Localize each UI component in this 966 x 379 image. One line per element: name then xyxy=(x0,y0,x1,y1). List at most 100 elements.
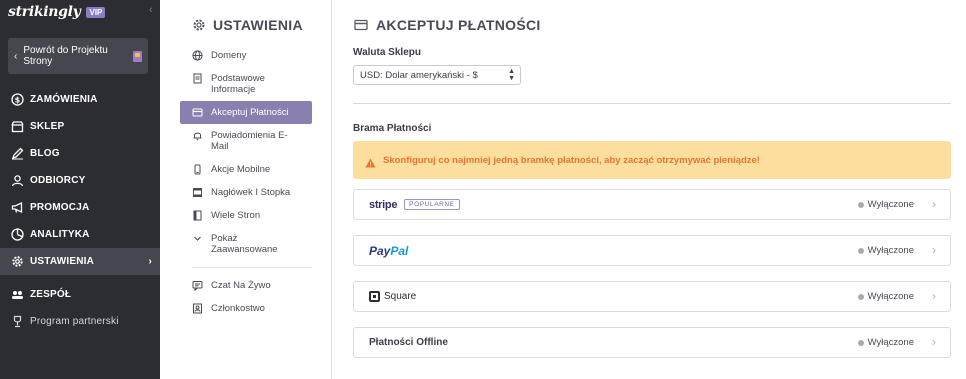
bell-icon xyxy=(192,130,203,141)
menu-item-multiple-pages[interactable]: Wiele Stron xyxy=(180,204,312,227)
layout-icon xyxy=(192,187,203,198)
sidebar-item-team[interactable]: ZESPÓŁ xyxy=(0,281,160,308)
gateway-paypal[interactable]: PayPal Wyłączone › xyxy=(353,235,951,266)
chevron-right-icon: › xyxy=(148,256,152,267)
brand[interactable]: strikingly VIP xyxy=(8,4,106,20)
sidebar-item-label: SKLEP xyxy=(30,121,65,132)
menu-item-label: Pokaż Zaawansowane xyxy=(211,233,278,255)
menu-item-membership[interactable]: Członkostwo xyxy=(180,297,312,320)
sidebar-item-label: ODBIORCY xyxy=(30,175,86,186)
status-dot-icon xyxy=(857,293,864,300)
sidebar-item-label: ZAMÓWIENIA xyxy=(30,94,98,105)
analytics-icon xyxy=(11,228,24,241)
sidebar-item-audience[interactable]: ODBIORCY xyxy=(0,167,160,194)
credit-card-icon xyxy=(192,107,203,118)
back-button-label: Powrót do Projektu Strony xyxy=(23,45,108,67)
megaphone-icon xyxy=(11,201,24,214)
paypal-logo-part2: Pal xyxy=(390,243,409,258)
menu-item-domains[interactable]: Domeny xyxy=(180,44,312,67)
chevron-right-icon: › xyxy=(932,243,936,257)
settings-panel: USTAWIENIA Domeny Podstawowe Informacje … xyxy=(160,0,332,379)
gateway-label: Brama Płatności xyxy=(353,123,432,134)
menu-item-label: Powiadomienia E-Mail xyxy=(211,130,288,152)
credit-card-icon xyxy=(354,18,368,32)
status-dot-icon xyxy=(857,201,864,208)
gateway-stripe[interactable]: stripe POPULARNE Wyłączone › xyxy=(353,189,951,220)
sidebar-item-store[interactable]: SKLEP xyxy=(0,113,160,140)
menu-item-header-footer[interactable]: Nagłówek I Stopka xyxy=(180,181,312,204)
sidebar-item-blog[interactable]: BLOG xyxy=(0,140,160,167)
warning-banner: Skonfiguruj co najmniej jedną bramkę pła… xyxy=(353,141,951,179)
menu-item-label: Domeny xyxy=(211,50,247,61)
status-dot-icon xyxy=(857,339,864,346)
menu-item-basic-info[interactable]: Podstawowe Informacje xyxy=(180,67,312,101)
gateway-square[interactable]: Square Wyłączone › xyxy=(353,281,951,312)
document-icon xyxy=(192,73,203,84)
sidebar-item-promotion[interactable]: PROMOCJA xyxy=(0,194,160,221)
menu-item-show-advanced[interactable]: Pokaż Zaawansowane xyxy=(180,227,312,261)
store-icon xyxy=(11,120,24,133)
sidebar-item-label: USTAWIENIA xyxy=(30,256,95,267)
sidebar-item-analytics[interactable]: ANALITYKA xyxy=(0,221,160,248)
status-badge: Wyłączone xyxy=(857,245,914,256)
chevron-left-icon: ‹ xyxy=(14,50,18,62)
collapse-sidebar-icon[interactable]: ‹ xyxy=(149,4,153,16)
select-updown-icon: ▲ ▼ xyxy=(508,68,515,82)
status-badge: Wyłączone xyxy=(857,337,914,348)
chat-icon xyxy=(192,280,203,292)
gateway-offline[interactable]: Płatności Offline Wyłączone › xyxy=(353,327,951,358)
member-icon xyxy=(192,303,203,314)
warning-icon xyxy=(365,155,376,168)
svg-text:$: $ xyxy=(15,95,21,104)
pages-icon xyxy=(192,210,203,221)
site-thumbnail-icon xyxy=(133,50,142,62)
sidebar-item-partner-program[interactable]: Program partnerski xyxy=(0,308,160,335)
page-heading: AKCEPTUJ PŁATNOŚCI xyxy=(354,17,541,33)
status-text: Wyłączone xyxy=(867,291,914,302)
dollar-circle-icon: $ xyxy=(11,93,24,106)
menu-item-accept-payments[interactable]: Akceptuj Płatności xyxy=(180,101,312,124)
menu-item-label: Wiele Stron xyxy=(211,210,261,221)
status-badge: Wyłączone xyxy=(857,291,914,302)
sidebar-nav: $ ZAMÓWIENIA SKLEP BLOG ODBIORCY PROMOCJ… xyxy=(0,86,160,335)
currency-label: Waluta Sklepu xyxy=(353,47,421,58)
chevron-down-icon xyxy=(192,233,203,244)
menu-item-label: Nagłówek I Stopka xyxy=(211,187,291,198)
gear-icon xyxy=(192,18,206,32)
settings-title: USTAWIENIA xyxy=(213,17,303,33)
menu-item-email-notifications[interactable]: Powiadomienia E-Mail xyxy=(180,124,312,158)
paypal-logo: PayPal xyxy=(369,244,408,258)
square-icon xyxy=(369,291,380,302)
currency-select[interactable]: USD: Dolar amerykański - $ ▲ ▼ xyxy=(353,65,521,85)
status-text: Wyłączone xyxy=(867,199,914,210)
menu-item-label: Podstawowe Informacje xyxy=(211,73,265,95)
page-title: AKCEPTUJ PŁATNOŚCI xyxy=(376,17,541,33)
sidebar-item-label: Program partnerski xyxy=(30,316,119,327)
pen-icon xyxy=(11,147,24,160)
sidebar-item-orders[interactable]: $ ZAMÓWIENIA xyxy=(0,86,160,113)
chevron-right-icon: › xyxy=(932,289,936,303)
status-text: Wyłączone xyxy=(867,245,914,256)
offline-payments-label: Płatności Offline xyxy=(369,337,448,348)
menu-item-label: Czat Na Żywo xyxy=(211,280,271,291)
sidebar-item-label: PROMOCJA xyxy=(30,202,90,213)
trophy-icon xyxy=(11,315,24,328)
currency-value: USD: Dolar amerykański - $ xyxy=(360,69,478,81)
main-content: AKCEPTUJ PŁATNOŚCI Waluta Sklepu USD: Do… xyxy=(333,0,966,379)
globe-icon xyxy=(192,50,203,61)
status-text: Wyłączone xyxy=(867,337,914,348)
back-to-project-button[interactable]: ‹ Powrót do Projektu Strony xyxy=(8,38,148,74)
gear-icon xyxy=(11,255,24,268)
menu-item-mobile-actions[interactable]: Akcje Mobilne xyxy=(180,158,312,181)
square-logo: Square xyxy=(369,291,416,302)
team-icon xyxy=(11,288,24,301)
sidebar-item-label: ZESPÓŁ xyxy=(30,289,72,300)
warning-text: Skonfiguruj co najmniej jedną bramkę pła… xyxy=(383,154,760,166)
main-sidebar: strikingly VIP ‹ ‹ Powrót do Projektu St… xyxy=(0,0,160,379)
sidebar-item-label: ANALITYKA xyxy=(30,229,90,240)
menu-item-live-chat[interactable]: Czat Na Żywo xyxy=(180,274,312,297)
sidebar-item-settings[interactable]: USTAWIENIA › xyxy=(0,248,160,275)
square-logo-text: Square xyxy=(384,291,417,302)
vip-badge: VIP xyxy=(86,6,106,18)
brand-logo[interactable]: strikingly xyxy=(8,4,81,20)
